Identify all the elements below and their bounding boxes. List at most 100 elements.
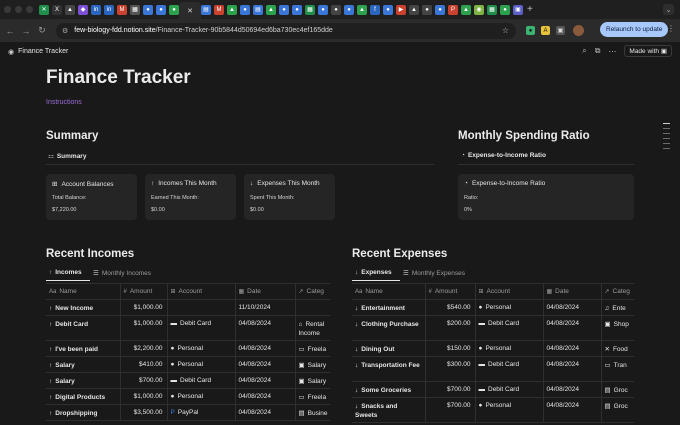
youtube-tab-icon[interactable]: ▶ [396,4,406,15]
cell-account[interactable] [167,299,236,316]
cell-date[interactable]: 04/08/2024 [235,315,296,341]
column-header-name[interactable]: Aa Name [46,283,121,300]
close-tab-icon[interactable]: ✕ [187,7,193,15]
toc-line[interactable] [663,133,670,134]
cell-category[interactable]: ▭ Tran [601,356,634,382]
breadcrumb[interactable]: Finance Tracker [18,48,68,55]
column-header-category[interactable]: ↗ Categ [295,283,330,300]
chrome-tab-icon-7[interactable]: ● [344,4,354,15]
cell-name[interactable]: ↑ Salary [46,372,121,389]
cell-account[interactable]: ▬ Debit Card [475,356,544,382]
url-text[interactable]: few-biology-fdd.notion.site/Finance-Trac… [74,27,333,34]
extension-green-icon[interactable]: ● [526,26,535,35]
gmail-tab-icon-2[interactable]: M [214,4,224,15]
table-row[interactable]: ↑ Salary $700.00 ▬ Debit Card 04/08/2024 ▣ Sala… [46,372,330,389]
grid-tab-icon[interactable]: ▦ [130,4,140,15]
cell-category[interactable] [295,299,330,316]
chrome-tab-icon-8[interactable]: ● [383,4,393,15]
column-header-date[interactable]: ▦ Date [543,283,602,300]
column-header-account[interactable]: ⊞ Account [475,283,544,300]
cell-name[interactable]: ↑ Dropshipping [46,404,121,421]
toc-line[interactable] [663,148,670,149]
active-tab[interactable]: ✕ [179,2,201,19]
summary-view-tab[interactable]: ⚏ Summary [48,152,86,161]
table-row[interactable]: ↓ Snacks and Sweets $700.00 ● Personal 04/08/… [352,397,634,423]
column-header-amount[interactable]: # Amount [425,283,476,300]
cell-amount[interactable]: $150.00 [425,340,476,357]
a-tab-icon[interactable]: ▲ [65,4,75,15]
table-row[interactable]: ↑ Salary $410.00 ● Personal 04/08/2024 ▣ Salary [46,356,330,373]
cell-account[interactable]: ▬ Debit Card [475,315,544,341]
table-row[interactable]: ↑ Debit Card $1,000.00 ▬ Debit Card 04/08/202… [46,315,330,341]
chrome-tab-icon-5[interactable]: ● [292,4,302,15]
chrome-tab-icon-3[interactable]: ● [240,4,250,15]
cell-category[interactable]: ⌂ Rental Income [295,315,330,341]
cell-name[interactable]: ↑ New Income [46,299,121,316]
cell-account[interactable]: ● Personal [475,397,544,423]
cell-name[interactable]: ↓ Clothing Purchase [352,315,426,341]
column-header-date[interactable]: ▦ Date [235,283,296,300]
column-header-name[interactable]: Aa Name [352,283,426,300]
github-tab-icon[interactable]: ● [331,4,341,15]
android-tab-icon[interactable]: ◉ [474,4,484,15]
cell-name[interactable]: ↓ Some Groceries [352,381,426,398]
cell-date[interactable]: 04/08/2024 [235,388,296,405]
back-button[interactable]: ← [2,26,18,36]
cell-name[interactable]: ↑ Debit Card [46,315,121,341]
table-row[interactable]: ↑ New Income $1,000.00 11/10/2024 [46,299,330,316]
more-options-icon[interactable]: ⋯ [608,47,616,56]
x-tab-icon[interactable]: X [52,4,62,15]
monthly-incomes-view-tab[interactable]: ☰ Monthly Incomes [93,269,151,278]
cell-category[interactable]: ▭ Freela [295,388,330,405]
pinterest-tab-icon[interactable]: P [448,4,458,15]
extension-a-icon[interactable]: A [541,26,550,35]
maximize-window-button[interactable] [26,6,33,13]
site-info-icon[interactable]: ⚙ [62,27,68,35]
incomes-this-month-card[interactable]: ↑ Incomes This Month Earned This Month: $… [145,174,236,220]
expenses-this-month-card[interactable]: ↓ Expenses This Month Spent This Month: $… [244,174,335,220]
cell-date[interactable]: 04/08/2024 [543,340,602,357]
minimize-window-button[interactable] [15,6,22,13]
cell-name[interactable]: ↓ Dining Out [352,340,426,357]
drive-tab-icon[interactable]: ▲ [227,4,237,15]
new-tab-button[interactable]: + [527,4,533,15]
cell-amount[interactable]: $3,500.00 [120,404,168,421]
cell-category[interactable]: ▣ Salary [295,356,330,373]
cell-account[interactable]: ▬ Debit Card [475,381,544,398]
drive-tab-icon-2[interactable]: ▲ [266,4,276,15]
cell-date[interactable]: 04/08/2024 [235,340,296,357]
cell-name[interactable]: ↓ Snacks and Sweets [352,397,426,423]
bookmark-star-icon[interactable]: ☆ [502,26,509,35]
cell-account[interactable]: ● Personal [167,356,236,373]
cell-account[interactable]: ▬ Debit Card [167,372,236,389]
cell-amount[interactable]: $1,000.00 [120,299,168,316]
table-row[interactable]: ↓ Clothing Purchase $200.00 ▬ Debit Card 04/0… [352,315,634,341]
cell-account[interactable]: ● Personal [475,340,544,357]
table-row[interactable]: ↑ Dropshipping $3,500.00 P PayPal 04/08/2024 ▤… [46,404,330,421]
cell-category[interactable]: ▣ Salary [295,372,330,389]
cell-amount[interactable]: $200.00 [425,315,476,341]
cell-date[interactable]: 11/10/2024 [235,299,296,316]
cell-date[interactable]: 04/08/2024 [543,315,602,341]
sheets-tab-icon[interactable]: ▦ [305,4,315,15]
chrome-tab-icon[interactable]: ● [143,4,153,15]
table-row[interactable]: ↓ Dining Out $150.00 ● Personal 04/08/2024 ✕ Fo… [352,340,634,357]
chrome-tab-icon-4[interactable]: ● [279,4,289,15]
ratio-view-tab[interactable]: ◔ Expense-to-Income Ratio [461,152,546,159]
cell-account[interactable]: ▬ Debit Card [167,315,236,341]
expense-to-income-card[interactable]: ◔ Expense-to-Income Ratio Ratio: 0% [458,174,634,220]
account-balances-card[interactable]: ⊞ Account Balances Total Balance: $7,220.… [46,174,137,220]
incomes-view-tab[interactable]: ↑ Incomes [49,269,82,276]
duplicate-icon[interactable]: ⧉ [595,46,601,56]
cell-date[interactable]: 04/08/2024 [235,356,296,373]
linkedin-tab-icon-2[interactable]: in [104,4,114,15]
cell-account[interactable]: ● Personal [167,340,236,357]
cell-name[interactable]: ↓ Entertainment [352,299,426,316]
cell-amount[interactable]: $700.00 [425,381,476,398]
cell-amount[interactable]: $1,000.00 [120,315,168,341]
docs-tab-icon-2[interactable]: ▤ [253,4,263,15]
cell-date[interactable]: 04/08/2024 [235,404,296,421]
table-row[interactable]: ↓ Transportation Fee $300.00 ▬ Debit Card 04/… [352,356,634,382]
cell-date[interactable]: 04/08/2024 [543,397,602,423]
facebook-tab-icon[interactable]: f [370,4,380,15]
